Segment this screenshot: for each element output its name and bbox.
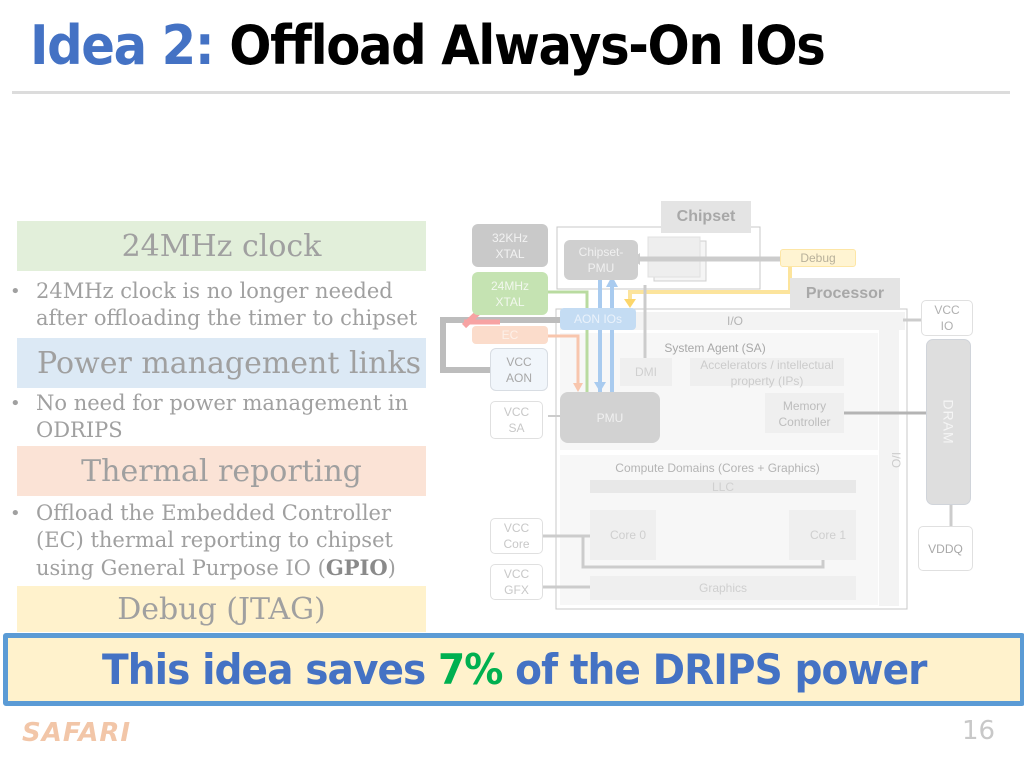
slide-title-lead: Idea 2:: [30, 14, 215, 77]
bullet-text-bold-gpio: GPIO: [325, 555, 388, 580]
xtal-32khz-label-2: XTAL: [495, 246, 525, 261]
bullet-text: 24MHz clock is no longer needed after of…: [36, 279, 418, 330]
dmi-label: DMI: [635, 365, 657, 379]
ec-box: EC: [472, 326, 548, 344]
bullet-text: No need for power management in ODRIPS: [36, 391, 409, 442]
savings-callout: This idea saves 7% of the DRIPS power: [3, 633, 1024, 706]
section-heading-debug-jtag: Debug (JTAG): [17, 586, 426, 632]
vcc-sa-label-1: VCC: [503, 405, 530, 419]
vcc-gfx-box: VCC GFX: [490, 564, 543, 600]
io-side-label: I/O: [889, 451, 903, 468]
core1-label: Core 1: [809, 528, 847, 542]
vcc-aon-box: VCC AON: [490, 348, 548, 391]
callout-text-before: This idea saves: [101, 645, 426, 694]
wire-ec-to-pmu: [548, 334, 580, 387]
chipset-stack-front: [647, 236, 701, 278]
vcc-core-box: VCC Core: [490, 518, 543, 554]
section-heading-24mhz-clock: 24MHz clock: [17, 221, 426, 271]
vddq-box: VDDQ: [918, 526, 973, 571]
debug-box: Debug: [780, 249, 856, 267]
bullet-text: Offload the Embedded Controller (EC) the…: [36, 500, 430, 582]
llc-label: LLC: [711, 480, 734, 494]
accelerators-label-1: Accelerators / intellectual: [700, 358, 834, 372]
arrowhead-pmu-down: [594, 382, 606, 392]
page-number: 16: [962, 716, 996, 746]
dram-box: DRAM: [926, 339, 971, 505]
bullet-24mhz-clock: • 24MHz clock is no longer needed after …: [10, 278, 430, 332]
memory-controller-label: Memory Controller: [765, 398, 844, 430]
vcc-core-label-1: VCC: [503, 521, 530, 535]
system-agent-label: System Agent (SA): [664, 341, 766, 355]
vcc-gfx-label-2: GFX: [504, 583, 529, 597]
slide-title-rest: Offload Always-On IOs: [229, 14, 826, 77]
accelerators-label-2: property (IPs): [730, 374, 804, 388]
dram-label: DRAM: [940, 399, 957, 445]
graphics-label: Graphics: [698, 581, 748, 595]
section-heading-thermal-reporting: Thermal reporting: [17, 446, 426, 496]
bullet-text-part: ): [387, 556, 396, 580]
vcc-sa-label-2: SA: [508, 421, 525, 435]
io-top-label: I/O: [726, 314, 743, 328]
arrowhead-ec: [573, 383, 583, 392]
wire-debug-to-aon: [628, 267, 792, 300]
wire-xtal24: [548, 290, 589, 392]
xtal-24mhz-label-2: XTAL: [495, 294, 525, 309]
callout-highlight-percent: 7%: [437, 645, 503, 694]
xtal-32khz-label-1: 32KHz: [491, 230, 529, 245]
title-divider: [12, 91, 1010, 94]
safari-logo: SAFARI: [22, 718, 132, 748]
vcc-sa-box: VCC SA: [490, 401, 543, 439]
compute-domains-label: Compute Domains (Cores + Graphics): [615, 461, 820, 475]
memory-controller-label-2: Controller: [778, 415, 831, 429]
callout-text-after: of the DRIPS power: [514, 645, 927, 694]
bullet-power-management: • No need for power management in ODRIPS: [10, 390, 430, 444]
savings-callout-text: This idea saves 7% of the DRIPS power: [101, 645, 927, 694]
xtal-24mhz-box: 24MHz XTAL: [472, 272, 548, 315]
aon-ios-box: AON IOs: [560, 308, 636, 330]
chipset-pmu-label-2: PMU: [587, 261, 615, 275]
accelerators-label: Accelerators / intellectual property (IP…: [690, 357, 844, 389]
slide-title: Idea 2: Offload Always-On IOs: [30, 14, 826, 77]
arrowhead-aon-debug: [624, 299, 636, 308]
vcc-aon-label-2: AON: [505, 370, 532, 385]
chipset-pmu-label-1: Chipset-: [578, 245, 624, 259]
vcc-aon-label-1: VCC: [506, 354, 532, 369]
bullet-dot: •: [10, 393, 21, 414]
core0-label: Core 0: [609, 528, 647, 542]
bullet-dot: •: [10, 503, 21, 524]
pmu-box: PMU: [560, 392, 660, 443]
chipset-header: Chipset: [661, 201, 751, 233]
chipset-stack-back: [653, 240, 707, 282]
processor-header: Processor: [790, 278, 900, 309]
vcc-io-label-2: IO: [940, 319, 954, 333]
bullet-dot: •: [10, 281, 21, 302]
vcc-io-box: VCC IO: [921, 300, 973, 336]
bullet-thermal-reporting: • Offload the Embedded Controller (EC) t…: [10, 500, 430, 582]
xtal-32khz-box: 32KHz XTAL: [472, 224, 548, 267]
memory-controller-label-1: Memory: [782, 399, 827, 413]
vcc-gfx-label-1: VCC: [503, 567, 530, 581]
chipset-pmu-box: Chipset- PMU: [564, 240, 638, 280]
vcc-io-label-1: VCC: [934, 303, 960, 317]
xtal-24mhz-label-1: 24MHz: [490, 278, 529, 293]
vcc-core-label-2: Core: [503, 537, 530, 551]
section-heading-power-management-links: Power management links: [17, 338, 426, 388]
